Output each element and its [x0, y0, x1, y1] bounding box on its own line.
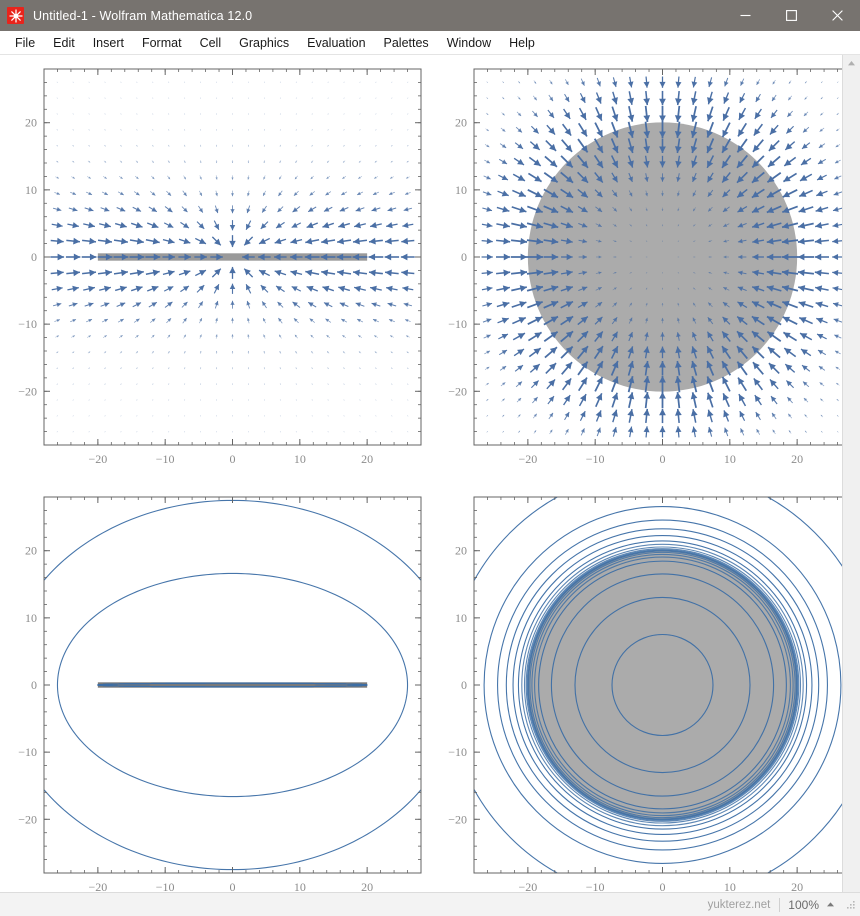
window-controls — [722, 0, 860, 31]
svg-text:20: 20 — [25, 116, 37, 130]
title-bar: Untitled-1 - Wolfram Mathematica 12.0 — [0, 0, 860, 31]
plot-content — [44, 499, 421, 871]
svg-text:20: 20 — [455, 116, 467, 130]
svg-text:−10: −10 — [156, 452, 175, 466]
svg-text:−20: −20 — [18, 384, 37, 398]
svg-text:20: 20 — [791, 452, 803, 466]
svg-text:−10: −10 — [18, 745, 37, 759]
svg-text:10: 10 — [25, 183, 37, 197]
notebook-area: −20 −10 0 10 20 −20 −10 0 10 20 −20 −10 0 10 20 −20 −10 0… — [0, 55, 860, 892]
svg-text:−20: −20 — [88, 880, 107, 892]
svg-text:−20: −20 — [518, 880, 537, 892]
zoom-level-label[interactable]: 100% — [788, 898, 819, 912]
svg-text:0: 0 — [660, 452, 666, 466]
mathematica-window: Untitled-1 - Wolfram Mathematica 12.0 Fi… — [0, 0, 860, 916]
menu-item-format[interactable]: Format — [133, 33, 191, 53]
menu-item-cell[interactable]: Cell — [191, 33, 231, 53]
watermark-label: yukterez.net — [707, 898, 771, 911]
plot-content — [481, 76, 842, 438]
svg-text:10: 10 — [724, 452, 736, 466]
svg-text:−10: −10 — [586, 452, 605, 466]
menu-item-window[interactable]: Window — [438, 33, 500, 53]
svg-text:−10: −10 — [448, 317, 467, 331]
svg-text:10: 10 — [294, 452, 306, 466]
menu-item-help[interactable]: Help — [500, 33, 544, 53]
svg-text:20: 20 — [25, 544, 37, 558]
svg-text:10: 10 — [455, 611, 467, 625]
plot-content — [50, 81, 415, 433]
chevron-up-icon[interactable] — [826, 901, 835, 908]
plot-bottom-right[interactable]: −20 −10 0 10 20 −20 −10 0 10 20 — [442, 491, 842, 892]
svg-text:−20: −20 — [518, 452, 537, 466]
mathematica-spikey-icon — [7, 7, 24, 24]
plot-grid: −20 −10 0 10 20 −20 −10 0 10 20 −20 −10 0 10 20 −20 −10 0… — [0, 55, 842, 892]
vertical-scrollbar[interactable] — [842, 55, 860, 892]
svg-text:10: 10 — [25, 611, 37, 625]
svg-text:0: 0 — [461, 678, 467, 692]
resize-grip-icon[interactable] — [845, 899, 856, 910]
svg-text:20: 20 — [361, 880, 373, 892]
svg-text:−20: −20 — [448, 384, 467, 398]
svg-text:10: 10 — [455, 183, 467, 197]
menu-item-insert[interactable]: Insert — [84, 33, 133, 53]
svg-text:0: 0 — [230, 452, 236, 466]
svg-text:10: 10 — [724, 880, 736, 892]
svg-text:0: 0 — [31, 678, 37, 692]
svg-text:0: 0 — [660, 880, 666, 892]
svg-text:20: 20 — [791, 880, 803, 892]
menu-item-edit[interactable]: Edit — [44, 33, 84, 53]
menu-item-graphics[interactable]: Graphics — [230, 33, 298, 53]
maximize-button[interactable] — [768, 0, 814, 31]
svg-text:10: 10 — [294, 880, 306, 892]
menu-item-file[interactable]: File — [6, 33, 44, 53]
svg-text:0: 0 — [31, 250, 37, 264]
window-title: Untitled-1 - Wolfram Mathematica 12.0 — [33, 8, 253, 23]
svg-text:−10: −10 — [156, 880, 175, 892]
notebook-canvas[interactable]: −20 −10 0 10 20 −20 −10 0 10 20 −20 −10 0 10 20 −20 −10 0… — [0, 55, 842, 892]
svg-text:−10: −10 — [586, 880, 605, 892]
svg-text:20: 20 — [361, 452, 373, 466]
status-divider — [779, 897, 781, 912]
svg-text:−10: −10 — [448, 745, 467, 759]
svg-text:−10: −10 — [18, 317, 37, 331]
plot-top-right[interactable]: −20 −10 0 10 20 −20 −10 0 10 20 — [442, 63, 842, 473]
plot-axes: −20 −10 0 10 20 −20 −10 0 10 20 — [18, 496, 422, 892]
minimize-button[interactable] — [722, 0, 768, 31]
svg-text:−20: −20 — [88, 452, 107, 466]
svg-text:−20: −20 — [448, 812, 467, 826]
status-bar: yukterez.net 100% — [0, 892, 860, 916]
svg-text:20: 20 — [455, 544, 467, 558]
scroll-up-arrow-icon[interactable] — [843, 55, 860, 72]
plot-axes: −20 −10 0 10 20 −20 −10 0 10 20 — [18, 68, 422, 466]
svg-text:0: 0 — [461, 250, 467, 264]
svg-text:−20: −20 — [18, 812, 37, 826]
menu-bar: File Edit Insert Format Cell Graphics Evaluati… — [0, 31, 860, 55]
plot-content — [474, 497, 842, 873]
svg-text:0: 0 — [230, 880, 236, 892]
menu-item-evaluation[interactable]: Evaluation — [298, 33, 374, 53]
plot-top-left[interactable]: −20 −10 0 10 20 −20 −10 0 10 20 — [12, 63, 422, 473]
menu-item-palettes[interactable]: Palettes — [375, 33, 438, 53]
plot-bottom-left[interactable]: −20 −10 0 10 20 −20 −10 0 10 20 — [12, 491, 422, 892]
close-button[interactable] — [814, 0, 860, 31]
